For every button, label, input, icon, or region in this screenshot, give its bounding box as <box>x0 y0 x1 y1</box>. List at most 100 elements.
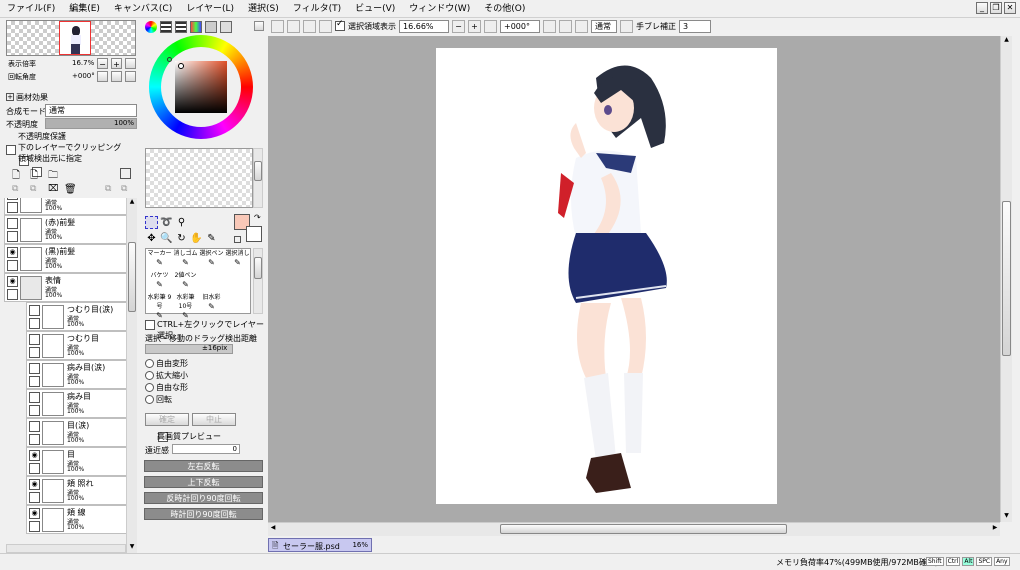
layer-row[interactable]: ◉ 頬 照れ 通常 100% <box>26 476 128 505</box>
swatch-area[interactable] <box>145 148 253 208</box>
layer-visibility-toggle[interactable] <box>7 218 18 229</box>
free-shape-radio[interactable] <box>145 383 154 392</box>
tool-slot-4[interactable]: バケツ ✎ <box>147 271 172 293</box>
layer-row[interactable]: 目(涙) 通常 100% <box>26 418 128 447</box>
layer-lock-toggle[interactable] <box>29 318 40 329</box>
document-tab[interactable]: 🗎 セーラー服.psd 16% <box>268 538 372 552</box>
layer-panel-menu-icon[interactable] <box>120 168 131 179</box>
new-linework-layer-icon[interactable]: 🗋 <box>30 168 38 185</box>
deselect-icon[interactable] <box>303 19 316 33</box>
opacity-slider[interactable]: 100% <box>45 118 137 129</box>
layer-row[interactable]: ◉ 目通常 100% <box>26 447 128 476</box>
layer-lock-toggle[interactable] <box>29 434 40 445</box>
menu-item-7[interactable]: ウィンドウ(W) <box>402 0 477 18</box>
flip-horizontal-button[interactable]: 左右反転 <box>144 460 263 472</box>
rotate-right-icon[interactable] <box>559 19 572 33</box>
nav-rotate-right-button[interactable] <box>111 71 122 82</box>
new-layer-icon[interactable]: 🗋 <box>12 168 20 185</box>
new-folder-icon[interactable]: 🗀 <box>48 168 58 185</box>
layer-lock-toggle[interactable] <box>7 260 18 271</box>
ok-button[interactable]: 確定 <box>145 413 189 426</box>
rotate-radio[interactable] <box>145 395 154 404</box>
layer-lock-toggle[interactable] <box>29 405 40 416</box>
magic-wand-icon[interactable]: ⚲ <box>175 216 188 229</box>
canvas-document[interactable] <box>436 48 777 504</box>
hand-tool-icon[interactable]: ✋ <box>190 232 203 245</box>
tool-slot-8[interactable]: 水彩筆 9号 ✎ <box>147 293 172 320</box>
layer-hscroll[interactable] <box>6 544 126 553</box>
layer-row[interactable]: 病み目 通常 100% <box>26 389 128 418</box>
perspective-slider[interactable]: 0 <box>172 444 240 454</box>
menu-item-1[interactable]: 編集(E) <box>62 0 107 18</box>
layer-row[interactable]: 病み目(涙) 通常 100% <box>26 360 128 389</box>
secondary-color-swatch[interactable] <box>246 226 262 242</box>
user-swatch-tab-icon[interactable] <box>205 21 217 33</box>
nav-rotate-reset-button[interactable] <box>125 71 136 82</box>
layer-visibility-toggle[interactable]: ◉ <box>29 479 40 490</box>
layer-row[interactable]: ◉ (黒)前髪 通常 100% <box>4 244 128 273</box>
layer-visibility-toggle[interactable] <box>29 334 40 345</box>
selection-display-checkbox[interactable] <box>335 19 345 31</box>
tool-slot-5[interactable]: 2値ペン ✎ <box>173 271 198 293</box>
nav-zoom-reset-button[interactable] <box>125 58 136 69</box>
canvas-vscroll[interactable]: ▲ ▼ <box>1000 36 1012 522</box>
tool-slot-11[interactable] <box>225 293 250 315</box>
minimize-button[interactable]: _ <box>976 2 988 14</box>
layer-row[interactable]: 通常 100% <box>4 198 128 215</box>
tool-slot-9[interactable]: 水彩筆 10号 ✎ <box>173 293 198 320</box>
tool-slot-0[interactable]: マーカー ✎ <box>147 249 172 271</box>
close-button[interactable]: ✕ <box>1004 2 1016 14</box>
redo-icon[interactable] <box>287 19 300 33</box>
color-panel-menu-icon[interactable] <box>254 21 264 31</box>
restore-button[interactable]: ❐ <box>990 2 1002 14</box>
transparent-color-icon[interactable] <box>234 236 241 243</box>
merge-down-icon[interactable]: ⧉ <box>30 184 36 194</box>
scale-radio[interactable] <box>145 371 154 380</box>
swatch-scrollbar[interactable] <box>253 148 263 208</box>
layer-paste-icon[interactable]: ⧉ <box>121 184 127 194</box>
layer-lock-toggle[interactable] <box>29 376 40 387</box>
menu-item-0[interactable]: ファイル(F) <box>0 0 62 18</box>
layer-lock-toggle[interactable] <box>29 347 40 358</box>
layer-lock-toggle[interactable] <box>29 521 40 532</box>
menu-item-5[interactable]: フィルタ(T) <box>286 0 348 18</box>
lasso-icon[interactable]: ➰ <box>160 216 173 229</box>
flip-vertical-button[interactable]: 上下反転 <box>144 476 263 488</box>
layer-visibility-toggle[interactable] <box>29 392 40 403</box>
nav-zoom-out-button[interactable]: − <box>97 58 108 69</box>
tool-slot-2[interactable]: 選択ペン ✎ <box>199 249 224 271</box>
nav-rotate-left-button[interactable] <box>97 71 108 82</box>
transfer-down-icon[interactable]: ⧉ <box>12 184 18 194</box>
tool-slot-1[interactable]: 消しゴム ✎ <box>173 249 198 271</box>
blend-combo[interactable]: 通常 <box>591 19 617 33</box>
menu-item-4[interactable]: 選択(S) <box>241 0 286 18</box>
navigator-preview[interactable] <box>6 20 136 56</box>
free-transform-radio[interactable] <box>145 359 154 368</box>
ctrl-select-checkbox[interactable] <box>145 320 155 330</box>
expand-icon[interactable]: + <box>6 93 14 101</box>
hsv-slider-tab-icon[interactable] <box>175 21 187 33</box>
layer-row[interactable]: ◉ 頬 線通常 100% <box>26 505 128 534</box>
stabilizer-combo[interactable]: 3 <box>679 19 711 33</box>
tool-slot-6[interactable] <box>199 271 224 293</box>
undo-icon[interactable] <box>271 19 284 33</box>
rgb-slider-tab-icon[interactable] <box>160 21 172 33</box>
layer-lock-toggle[interactable] <box>7 231 18 242</box>
zoom-reset-icon[interactable] <box>484 19 497 33</box>
delete-layer-icon[interactable]: 🗑 <box>64 184 77 195</box>
move-icon[interactable]: ✥ <box>145 232 158 245</box>
layer-visibility-toggle[interactable]: ◉ <box>29 450 40 461</box>
rotation-combo[interactable]: +000° <box>500 19 540 33</box>
layer-row[interactable]: つむり目 通常 100% <box>26 331 128 360</box>
rect-select-icon[interactable] <box>145 216 158 229</box>
layer-visibility-toggle[interactable] <box>7 198 18 200</box>
layer-row[interactable]: (赤)前髪 通常 100% <box>4 215 128 244</box>
protect-opacity-checkbox[interactable] <box>6 145 16 155</box>
zoom-tool-icon[interactable]: 🔍 <box>160 232 173 245</box>
flip-view-icon[interactable] <box>620 19 633 33</box>
tool-slot-10[interactable]: 旧水彩 ✎ <box>199 293 224 315</box>
layer-list-scrollbar[interactable]: ▲ ▼ <box>126 198 137 553</box>
layer-visibility-toggle[interactable] <box>29 363 40 374</box>
blend-mode-select[interactable]: 通常 <box>45 104 137 117</box>
zoom-out-icon[interactable]: − <box>452 19 465 33</box>
